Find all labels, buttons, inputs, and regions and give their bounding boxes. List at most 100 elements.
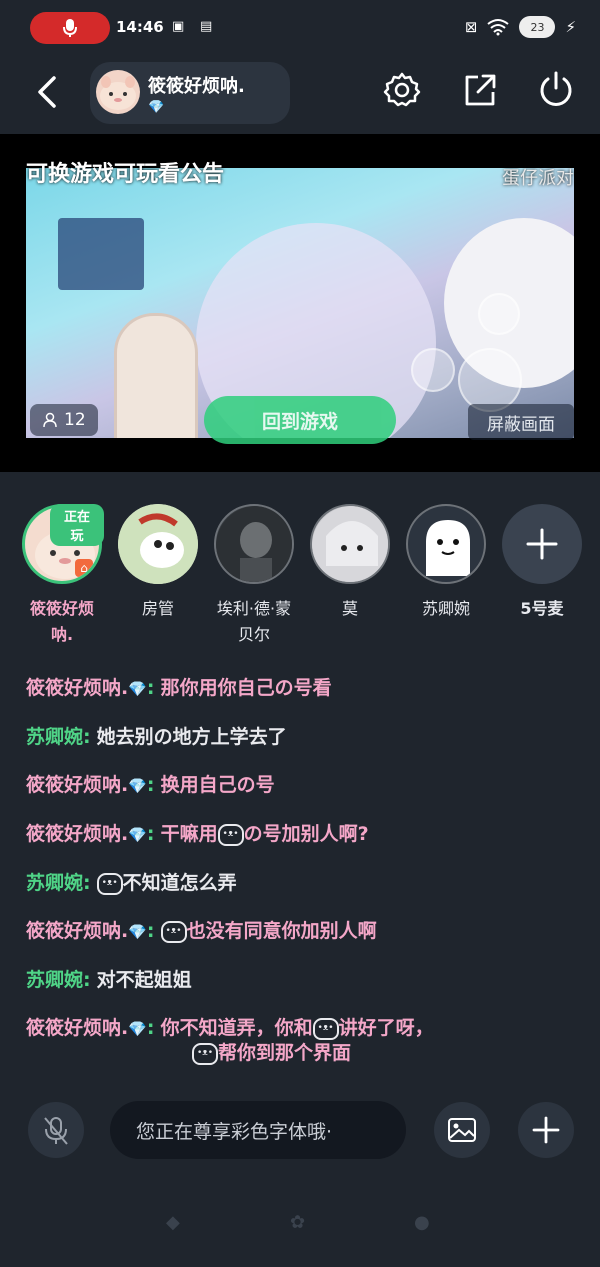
cat-emoji-icon: •ᴥ• (312, 1017, 339, 1040)
wifi-icon (487, 19, 510, 36)
seat-1[interactable]: 正在玩 ⌂ 筱筱好烦 呐. (20, 504, 104, 648)
chat-username[interactable]: 筱筱好烦呐. (26, 774, 128, 796)
room-info[interactable]: 筱筱好烦呐. 💎 (90, 62, 290, 124)
chat-text: 那你用你自己の号看 (160, 677, 332, 699)
seat-5[interactable]: 苏卿婉 (404, 504, 488, 622)
chat-text: 她去别の地方上学去了 (96, 726, 287, 748)
seat-name: 筱筱好烦 呐. (29, 599, 94, 644)
gem-icon: 💎 (128, 923, 147, 941)
chat-text: 也没有同意你加别人啊 (186, 920, 377, 942)
app-notification-icon: ▣ (172, 19, 185, 34)
chat-text: 你不知道弄，你和 (160, 1017, 313, 1039)
game-task-panel (58, 218, 144, 290)
chat-message[interactable]: 苏卿婉: •ᴥ• 不知道怎么弄 (26, 871, 586, 895)
chat-username[interactable]: 筱筱好烦呐. (26, 823, 128, 845)
now-playing-badge: 正在玩 (50, 504, 104, 546)
add-seat-icon[interactable] (502, 504, 582, 584)
user-icon (43, 412, 57, 428)
gem-icon: 💎 (128, 777, 147, 795)
avatar (406, 504, 486, 584)
seat-4[interactable]: 莫 (308, 504, 392, 622)
plus-icon (532, 1116, 560, 1144)
gem-icon: 💎 (128, 826, 147, 844)
battery-icon: 23 (519, 16, 556, 38)
share-button[interactable] (460, 70, 500, 110)
viewer-count: 12 (30, 404, 98, 436)
cat-emoji-icon: •ᴥ• (96, 872, 123, 895)
chat-text: 帮你到那个界面 (218, 1042, 352, 1064)
chat-text: 对不起姐姐 (96, 969, 192, 991)
image-icon (448, 1118, 476, 1142)
chat-username[interactable]: 苏卿婉 (26, 969, 83, 991)
chat-message[interactable]: 筱筱好烦呐.💎: 那你用你自己の号看 (26, 676, 586, 701)
game-skill-icon (411, 348, 455, 392)
room-header: 筱筱好烦呐. 💎 (0, 58, 600, 134)
avatar (214, 504, 294, 584)
nav-icon[interactable]: ● (414, 1212, 430, 1233)
avatar (118, 504, 198, 584)
chat-message[interactable]: 苏卿婉: 她去别の地方上学去了 (26, 725, 586, 749)
chat-text: 不知道怎么弄 (122, 872, 237, 894)
chat-message[interactable]: 筱筱好烦呐.💎: 干嘛用 •ᴥ• の号加别人啊? (26, 822, 586, 847)
gem-icon: 💎 (148, 100, 165, 115)
chat-message[interactable]: 筱筱好烦呐.💎: 你不知道弄，你和 •ᴥ• 讲好了呀， •ᴥ• 帮你到那个界面 (26, 1016, 586, 1065)
game-name-label: 蛋仔派对 (502, 168, 574, 189)
viewer-count-value: 12 (64, 410, 86, 430)
seat-name: 埃利·德·蒙 贝尔 (216, 599, 292, 644)
game-skill-icon (478, 293, 520, 335)
status-bar: 14:46 ▣ ▤ ⊠ 23 ⚡ (0, 0, 600, 58)
seat-6-empty[interactable]: 5号麦 (500, 504, 584, 622)
chat-message[interactable]: 筱筱好烦呐.💎: 换用自己の号 (26, 773, 586, 798)
system-nav-bar: ◆ ✿ ● (0, 1190, 600, 1267)
block-screen-button[interactable]: 屏蔽画面 (468, 404, 574, 440)
charging-icon: ⚡ (565, 18, 576, 36)
seat-name: 莫 (341, 599, 358, 618)
mic-muted-button[interactable] (28, 1102, 84, 1158)
seat-name: 苏卿婉 (421, 599, 470, 618)
seat-name: 房管 (141, 599, 174, 618)
chat-list[interactable]: 筱筱好烦呐.💎: 那你用你自己の号看 苏卿婉: 她去别の地方上学去了 筱筱好烦呐… (26, 676, 586, 1076)
seat-3[interactable]: 埃利·德·蒙 贝尔 (212, 504, 296, 648)
chat-text: 讲好了呀， (338, 1017, 434, 1039)
more-button[interactable] (518, 1102, 574, 1158)
chat-username[interactable]: 筱筱好烦呐. (26, 677, 128, 699)
nav-icon[interactable]: ◆ (166, 1212, 180, 1233)
cat-emoji-icon: •ᴥ• (160, 920, 187, 943)
egg-character-graphic (114, 313, 198, 438)
chat-message[interactable]: 苏卿婉: 对不起姐姐 (26, 968, 586, 992)
mic-off-icon (44, 1117, 68, 1145)
chat-input[interactable]: 您正在尊享彩色字体哦· (110, 1101, 406, 1159)
chat-username[interactable]: 苏卿婉 (26, 726, 83, 748)
chat-message[interactable]: 筱筱好烦呐.💎: •ᴥ• 也没有同意你加别人啊 (26, 919, 586, 944)
home-icon: ⌂ (75, 559, 93, 577)
settings-button[interactable] (382, 70, 422, 110)
cat-emoji-icon: •ᴥ• (192, 1042, 218, 1065)
chat-username[interactable]: 筱筱好烦呐. (26, 1017, 128, 1039)
room-avatar (96, 70, 140, 114)
chat-text: 换用自己の号 (160, 774, 275, 796)
input-bar: 您正在尊享彩色字体哦· (0, 1098, 600, 1168)
image-button[interactable] (434, 1102, 490, 1158)
chat-username[interactable]: 筱筱好烦呐. (26, 920, 128, 942)
gem-icon: 💎 (128, 1020, 147, 1038)
chat-username[interactable]: 苏卿婉 (26, 872, 83, 894)
paw-icon[interactable]: ✿ (290, 1212, 305, 1233)
game-joystick-icon (458, 348, 522, 412)
app-notification-icon: ▤ (200, 19, 213, 34)
microphone-icon (63, 19, 77, 37)
cat-emoji-icon: •ᴥ• (217, 823, 244, 846)
chat-text: の号加别人啊? (243, 823, 369, 845)
chat-text: 干嘛用 (160, 823, 218, 845)
stream-title: 可换游戏可玩看公告 (26, 162, 225, 187)
avatar (310, 504, 390, 584)
exit-power-button[interactable] (536, 70, 576, 110)
game-stream-panel[interactable]: 可换游戏可玩看公告 蛋仔派对 12 回到游戏 屏蔽画面 (0, 134, 600, 472)
seat-2[interactable]: 房管 (116, 504, 200, 622)
room-title: 筱筱好烦呐. (148, 76, 245, 97)
sim-off-icon: ⊠ (464, 18, 478, 36)
back-button[interactable] (30, 72, 66, 112)
mic-seats: 正在玩 ⌂ 筱筱好烦 呐. 房管 埃利·德·蒙 贝尔 莫 苏卿婉 5号麦 (0, 504, 600, 664)
return-to-game-button[interactable]: 回到游戏 (204, 396, 396, 444)
clock: 14:46 (116, 18, 164, 36)
recording-indicator[interactable] (30, 12, 110, 44)
